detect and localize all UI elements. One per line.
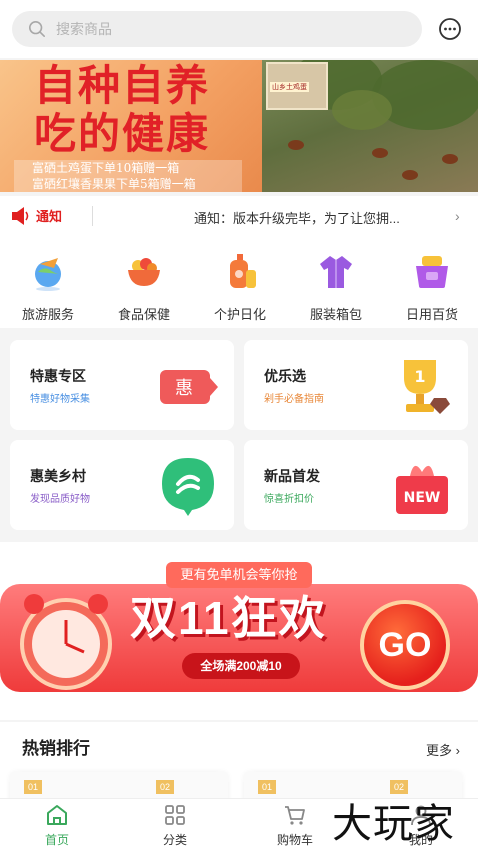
clothing-icon xyxy=(320,256,352,288)
cart-icon xyxy=(285,806,305,825)
go-button[interactable]: GO xyxy=(360,600,450,690)
hot-ranking-title: 热销排行 xyxy=(22,739,90,758)
search-bar[interactable]: 搜索商品 xyxy=(12,11,422,47)
notice-divider xyxy=(92,206,93,226)
chat-bubble-icon[interactable] xyxy=(438,17,462,41)
bottom-tab-bar: 首页 分类 购物车 我的 xyxy=(0,798,478,850)
personal-care-icon xyxy=(230,254,256,288)
notice-text[interactable]: 通知：版本升级完毕，为了让您拥... xyxy=(194,208,400,227)
category-daily-goods[interactable]: 日用百货 xyxy=(384,252,478,323)
travel-icon xyxy=(35,258,61,291)
egg-product-label: 山乡土鸡蛋 xyxy=(270,82,309,92)
double11-top-text: 更有免单机会等你抢 xyxy=(166,562,312,588)
banner-subtitle: 富硒土鸡蛋下单10箱赠一箱 富硒红壤香果果下单5箱赠一箱 xyxy=(14,160,242,192)
header: 搜索商品 xyxy=(0,0,478,58)
promo-card-rural[interactable]: 惠美乡村 发现品质好物 xyxy=(10,440,234,530)
alarm-clock-icon xyxy=(20,594,112,690)
discount-tag-icon: 惠 xyxy=(160,370,218,404)
promo-card-grid: 特惠专区 特惠好物采集 惠 优乐选 剁手必备指南 1 惠美乡村 发现品质好物 新… xyxy=(0,328,478,542)
category-food[interactable]: 食品保健 xyxy=(96,252,192,323)
grid-icon xyxy=(165,805,185,825)
category-travel[interactable]: 旅游服务 xyxy=(0,252,96,323)
svg-text:惠: 惠 xyxy=(175,378,193,399)
trophy-icon: 1 xyxy=(404,360,450,414)
notice-bar[interactable]: 通知 通知：版本升级完毕，为了让您拥... › xyxy=(0,196,478,236)
more-link[interactable]: 更多 › xyxy=(426,740,460,759)
chevron-right-icon[interactable]: › xyxy=(455,208,460,224)
promo-card-best-choice[interactable]: 优乐选 剁手必备指南 1 xyxy=(244,340,468,430)
user-icon xyxy=(411,805,431,826)
double11-banner[interactable]: 更有免单机会等你抢 双11狂欢 全场满200减10 GO xyxy=(0,542,478,720)
category-clothing[interactable]: 服装箱包 xyxy=(288,252,384,323)
search-icon xyxy=(28,20,46,38)
new-gift-icon: NEW xyxy=(396,465,448,514)
speaker-icon xyxy=(12,206,29,225)
home-icon xyxy=(47,805,67,825)
rural-leaf-icon xyxy=(162,458,214,516)
double11-offer-pill: 全场满200减10 xyxy=(182,653,300,679)
promo-card-new-arrival[interactable]: 新品首发 惊喜折扣价 NEW xyxy=(244,440,468,530)
double11-title: 双11狂欢 xyxy=(130,592,327,644)
tab-home[interactable]: 首页 xyxy=(22,803,92,848)
svg-text:1: 1 xyxy=(414,367,425,386)
banner-title: 自种自养 吃的健康 xyxy=(34,61,211,158)
food-icon xyxy=(128,258,160,286)
tab-category[interactable]: 分类 xyxy=(140,803,210,848)
promo-card-discount-zone[interactable]: 特惠专区 特惠好物采集 惠 xyxy=(10,340,234,430)
category-personal-care[interactable]: 个护日化 xyxy=(192,252,288,323)
tab-profile[interactable]: 我的 xyxy=(386,803,456,848)
hero-banner[interactable]: 山乡土鸡蛋 自种自养 吃的健康 富硒土鸡蛋下单10箱赠一箱 富硒红壤香果果下单5… xyxy=(0,60,478,192)
tab-cart[interactable]: 购物车 xyxy=(260,803,330,848)
search-input[interactable]: 搜索商品 xyxy=(56,19,112,39)
category-grid: 旅游服务 食品保健 个护日化 服装箱包 日用百货 xyxy=(0,236,478,328)
daily-goods-icon xyxy=(416,256,448,288)
notice-badge: 通知 xyxy=(12,206,62,225)
svg-text:NEW: NEW xyxy=(404,490,441,506)
